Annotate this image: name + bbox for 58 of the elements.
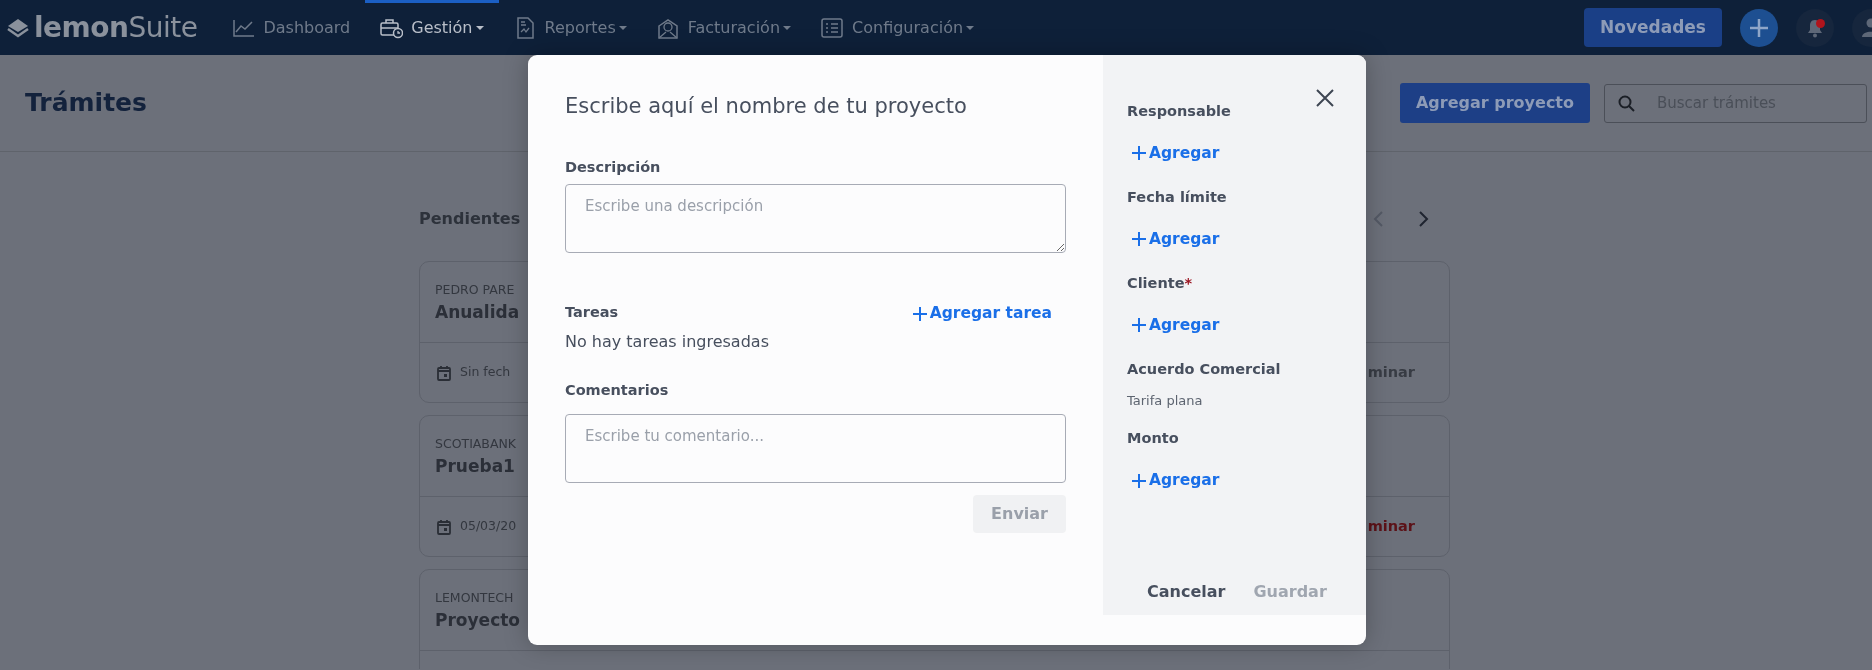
chevron-left-icon [1372, 210, 1385, 228]
field-label: Comentarios [565, 381, 670, 401]
plus-icon [1132, 318, 1146, 333]
field-label: Tareas [565, 302, 619, 322]
client-name: PEDRO PARE [435, 281, 516, 299]
envelope-icon [656, 16, 680, 39]
cancel-button[interactable]: Cancelar [1133, 576, 1240, 608]
field-label: Cliente* [1127, 274, 1193, 293]
add-link[interactable]: Agregar [1132, 313, 1220, 337]
notifications-button[interactable] [1796, 8, 1834, 47]
plus-icon [912, 306, 927, 321]
field-label: Acuerdo Comercial [1127, 360, 1281, 379]
add-task-link[interactable]: Agregar tarea [912, 301, 1052, 326]
due-date: 05/03/20 [460, 517, 517, 536]
project-name: Proyecto [435, 608, 522, 632]
field-label: Responsable [1127, 102, 1231, 121]
news-button[interactable]: Novedades [1584, 7, 1722, 48]
section-title: Pendientes [419, 208, 521, 230]
page-title: Trámites [25, 88, 147, 118]
nav-menu-item[interactable]: Facturación [641, 0, 807, 55]
field-label: Descripción [565, 158, 662, 178]
add-link[interactable]: Agregar [1132, 141, 1220, 165]
pager-button[interactable] [1417, 210, 1430, 228]
diamond-logo-icon [6, 17, 30, 38]
project-name: Anualida [435, 300, 521, 324]
empty-tasks-text: No hay tareas ingresadas [565, 331, 770, 354]
plus-icon [1132, 473, 1146, 488]
app-logo-text: lemonSuite [34, 9, 198, 46]
project-name: Prueba1 [435, 454, 516, 478]
plus-icon [1132, 146, 1146, 161]
calendar-icon [437, 364, 451, 381]
close-icon [1315, 87, 1335, 108]
add-link[interactable]: Agregar [1132, 469, 1220, 493]
nav-menu-item[interactable]: Configuración [806, 0, 990, 55]
nav-menu-item[interactable]: Reportes [498, 0, 642, 55]
required-mark: * [1184, 275, 1193, 291]
list-icon [821, 16, 845, 39]
search-icon [1618, 94, 1635, 112]
client-name: SCOTIABANK [435, 435, 518, 453]
briefcase-clock-icon [380, 16, 404, 39]
add-project-button[interactable]: Agregar proyecto [1399, 83, 1590, 123]
nav-menu-item[interactable]: Gestión [365, 0, 499, 55]
field-label: Monto [1127, 429, 1179, 449]
delete-link[interactable]: minar [1367, 515, 1415, 538]
chevron-right-icon [1417, 210, 1430, 228]
comment-field[interactable]: Escribe tu comentario... [565, 413, 1066, 483]
plus-icon [1749, 17, 1769, 38]
project-name-title[interactable]: Escribe aquí el nombre de tu proyecto [565, 94, 1066, 120]
plus-icon [1132, 232, 1146, 247]
field-value: Tarifa plana [1127, 391, 1203, 410]
add-link[interactable]: Agregar [1132, 227, 1220, 251]
nav-menu-item[interactable]: Dashboard [217, 0, 366, 55]
due-date: Sin fech [460, 363, 511, 382]
field-label: Fecha límite [1127, 188, 1227, 207]
client-name: LEMONTECH [435, 589, 515, 607]
description-field[interactable]: Escribe una descripción [565, 183, 1066, 253]
calendar-icon [437, 518, 451, 535]
add-button[interactable] [1740, 8, 1778, 47]
